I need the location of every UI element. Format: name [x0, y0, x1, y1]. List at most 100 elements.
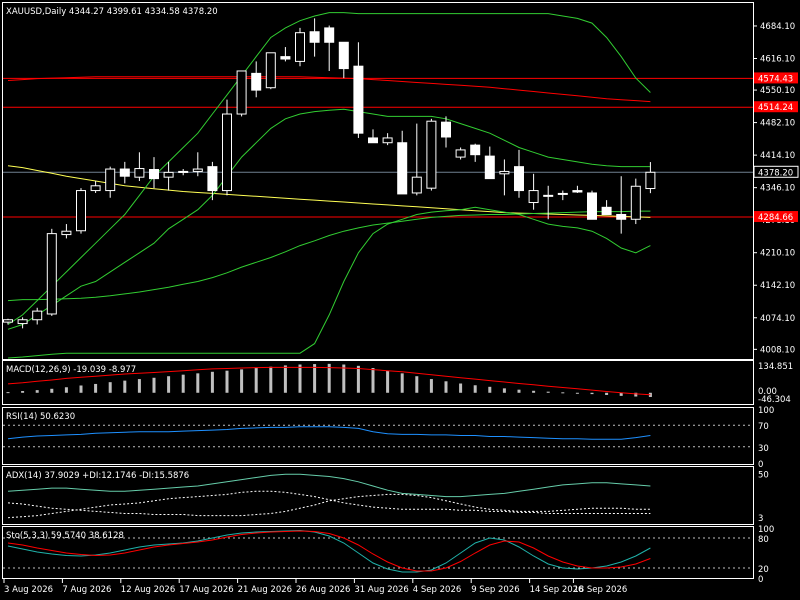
candle-body [514, 166, 524, 192]
macd-bar [605, 392, 609, 395]
candle-body [46, 233, 57, 315]
macd-bar [152, 377, 156, 393]
macd-tick-label: 134.851 [758, 362, 793, 372]
candle-body [192, 168, 203, 172]
date-label: 4 Sep 2026 [413, 585, 461, 595]
macd-bar [79, 385, 83, 393]
candle-body [601, 206, 612, 215]
candle-body [119, 168, 130, 177]
candle-body [616, 213, 627, 220]
candle-body [382, 137, 393, 144]
candle-body [557, 192, 568, 195]
candle [295, 27, 305, 67]
candle-body [309, 31, 320, 43]
candle [265, 52, 276, 90]
macd-bar [415, 376, 419, 393]
candle-body [251, 72, 262, 91]
macd-bar [429, 379, 433, 393]
macd-bar [313, 364, 317, 393]
macd-bar [575, 392, 579, 394]
sto-tick-label: 20 [758, 565, 769, 575]
candle-body [90, 185, 101, 192]
macd-bar [225, 370, 229, 393]
macd-bar [240, 369, 244, 393]
macd-bar [371, 368, 375, 393]
candle-body [163, 171, 174, 178]
macd-bar [21, 391, 25, 393]
date-label: 9 Sep 2026 [471, 585, 519, 595]
sto-tick-label: 100 [758, 525, 774, 535]
candle-body [236, 70, 247, 115]
price-tick-label: 4550.10 [760, 86, 795, 96]
macd-bar [561, 392, 565, 394]
candle-body [426, 120, 437, 189]
stochastic-label: Sto(5,3,3) 59.5740 38.6128 [6, 531, 124, 541]
candle [426, 118, 437, 191]
candle-body [32, 310, 43, 321]
candle-body [178, 170, 189, 173]
macd-bar [6, 392, 10, 394]
candle-body [397, 142, 408, 195]
sto-tick-label: 0 [758, 575, 763, 585]
candle-body [105, 168, 116, 192]
candle-body [149, 169, 159, 180]
macd-bar [532, 390, 536, 393]
candle-body [368, 137, 378, 144]
macd-bar [196, 373, 200, 393]
macd-bar [546, 391, 550, 393]
candle-body [484, 155, 495, 180]
adx-tick-label: 50 [758, 470, 769, 480]
sto-tick-label: 80 [758, 535, 769, 545]
trading-chart[interactable]: 4684.10 4616.10 4550.10 4482.10 4414.10 4346.… [0, 0, 800, 600]
candle-body [265, 52, 276, 89]
candle-body [645, 171, 656, 190]
rsi-tick-label: 70 [758, 422, 769, 432]
date-label: 17 Aug 2026 [179, 585, 233, 595]
macd-bar [356, 365, 360, 393]
level-tag-label: 4514.24 [758, 103, 793, 113]
date-label: 21 Aug 2026 [238, 585, 292, 595]
symbol-header: XAUUSD,Daily 4344.27 4399.61 4334.58 437… [6, 7, 218, 17]
adx-label: ADX(14) 37.9029 +DI:12.1746 -DI:15.5876 [6, 471, 189, 481]
candle-body [76, 190, 86, 232]
date-label: 12 Aug 2026 [121, 585, 175, 595]
rsi-tick-label: 100 [758, 406, 774, 416]
rsi-tick-label: 0 [758, 460, 763, 470]
macd-bar [137, 379, 141, 393]
macd-bar [283, 365, 287, 393]
candle-body [630, 185, 641, 220]
candle-body [499, 170, 510, 175]
candle-body [572, 190, 583, 193]
candle-body [3, 319, 13, 323]
candle-body [324, 27, 335, 43]
price-tick-label: 4616.10 [760, 54, 795, 64]
macd-bar [64, 387, 68, 393]
candle-body [543, 194, 554, 197]
macd-bar [181, 374, 185, 393]
candle-body [207, 166, 218, 192]
macd-bar [50, 388, 54, 393]
candle-body [280, 56, 291, 60]
candle [76, 188, 86, 234]
macd-bar [444, 381, 448, 393]
candle-body [470, 144, 481, 156]
macd-tick-label: -46.304 [758, 395, 791, 405]
macd-bar [386, 370, 390, 393]
price-tick-label: 4142.10 [760, 281, 795, 291]
macd-bar [254, 368, 258, 393]
date-label: 26 Aug 2026 [296, 585, 350, 595]
price-tick-label: 4210.10 [760, 249, 795, 259]
candle [46, 228, 57, 316]
price-tick-label: 4414.10 [760, 151, 795, 161]
macd-bar [400, 373, 404, 393]
candle-body [411, 176, 422, 194]
macd-bar [108, 382, 112, 393]
level-tag-label: 4574.43 [758, 74, 793, 84]
current-price-tag-label: 4378.20 [758, 168, 793, 178]
macd-label: MACD(12,26,9) -19.039 -8.977 [6, 365, 136, 375]
macd-bar [35, 390, 39, 393]
macd-bar [459, 383, 463, 393]
date-label: 7 Aug 2026 [62, 585, 111, 595]
candle [587, 190, 597, 220]
candle-body [338, 41, 349, 70]
